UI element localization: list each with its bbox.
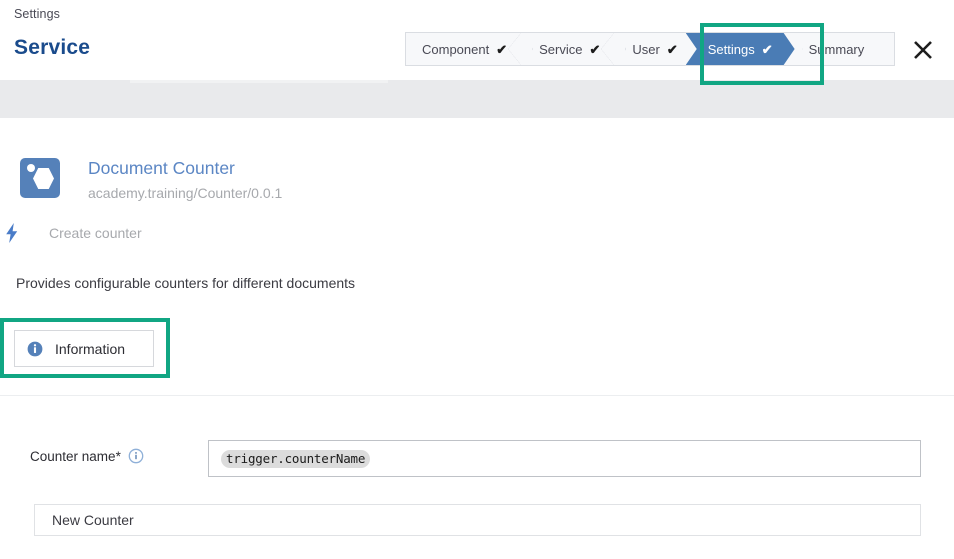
document-counter-app-icon	[20, 158, 60, 198]
wizard-step-summary[interactable]: Summary	[790, 33, 879, 65]
service-text: Document Counter academy.training/Counte…	[88, 158, 282, 202]
page-header: Settings Service Component ✔ Service ✔ U…	[0, 0, 954, 85]
icon-hexagon-shape	[33, 168, 54, 189]
service-name[interactable]: Document Counter	[88, 158, 282, 180]
wizard-steps: Component ✔ Service ✔ User ✔ Settings ✔ …	[405, 32, 895, 66]
wizard-step-label: Settings	[707, 41, 755, 57]
counter-name-input[interactable]: trigger.counterName	[208, 440, 921, 477]
wizard-step-service[interactable]: Service ✔	[521, 33, 615, 65]
wizard-step-component[interactable]: Component ✔	[406, 33, 522, 65]
counter-value-text: New Counter	[52, 512, 134, 528]
wizard-step-label: Component	[422, 41, 490, 57]
service-header: Document Counter academy.training/Counte…	[0, 118, 954, 202]
check-icon: ✔	[761, 41, 773, 57]
check-icon: ✔	[666, 41, 678, 57]
check-icon: ✔	[496, 41, 508, 57]
lightning-bolt-icon	[3, 223, 21, 244]
information-tab-area: Information	[0, 318, 170, 378]
info-circle-outline-icon[interactable]	[128, 448, 144, 464]
service-summary: Document Counter academy.training/Counte…	[0, 118, 954, 291]
wizard-step-label: Service	[539, 41, 583, 57]
counter-value-input[interactable]: New Counter	[34, 504, 921, 536]
tab-information[interactable]: Information	[14, 330, 154, 367]
service-operation-label: Create counter	[49, 225, 142, 242]
tab-information-label: Information	[55, 340, 126, 357]
counter-name-label: Counter name*	[30, 449, 121, 464]
close-button[interactable]	[908, 35, 938, 65]
wizard-step-settings[interactable]: Settings ✔	[686, 33, 795, 65]
content-divider	[0, 395, 954, 396]
wizard-step-user[interactable]: User ✔	[614, 33, 692, 65]
info-circle-icon	[27, 341, 43, 357]
wizard-step-label: User	[632, 41, 660, 57]
page-title: Service	[14, 36, 91, 59]
service-identifier: academy.training/Counter/0.0.1	[88, 184, 283, 201]
close-icon	[912, 39, 934, 61]
icon-dot-shape	[27, 164, 35, 172]
wizard-step-label: Summary	[808, 41, 865, 57]
section-band	[0, 80, 954, 118]
band-progress-line	[130, 80, 388, 83]
service-operation: Create counter	[3, 223, 954, 244]
required-marker: *	[115, 449, 121, 464]
form-row-counter-name: Counter name* trigger.counterName	[0, 440, 954, 477]
breadcrumb[interactable]: Settings	[14, 7, 60, 21]
check-icon: ✔	[589, 41, 601, 57]
service-description: Provides configurable counters for diffe…	[16, 275, 356, 292]
counter-name-token[interactable]: trigger.counterName	[221, 449, 371, 468]
counter-name-label-text: Counter name	[30, 449, 116, 464]
